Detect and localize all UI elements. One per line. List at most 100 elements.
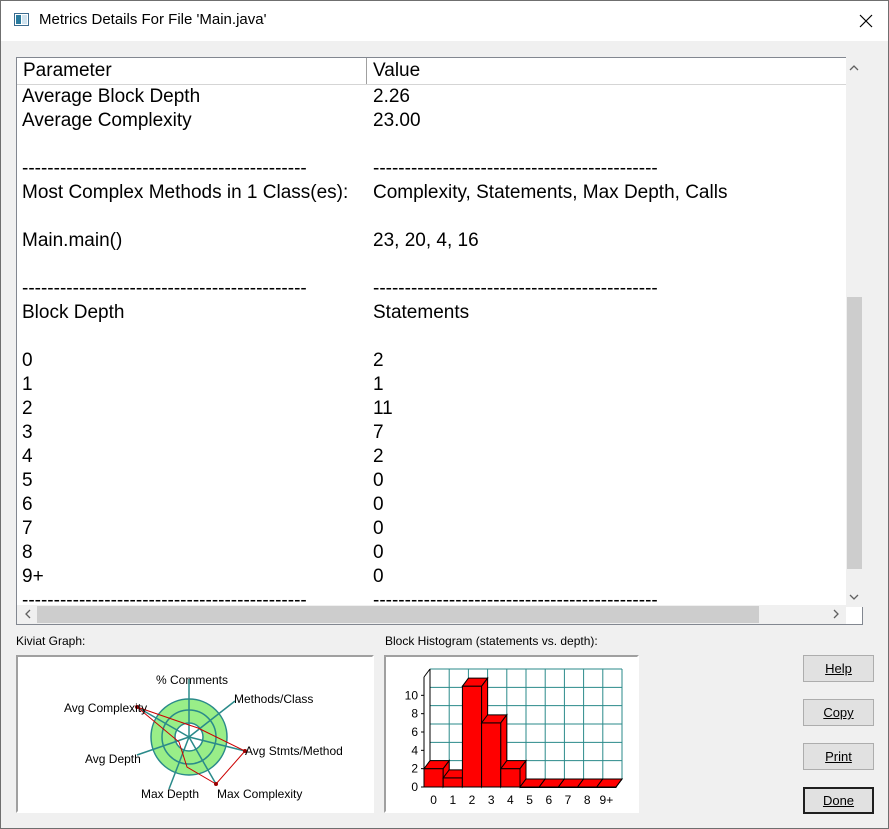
cell-value: 23.00: [373, 110, 421, 131]
table-row[interactable]: ----------------------------------------…: [17, 589, 860, 603]
kiviat-axis-avg-stmts-method: Avg Stmts/Method: [245, 744, 343, 758]
table-row[interactable]: 50: [17, 469, 860, 493]
table-row[interactable]: 37: [17, 421, 860, 445]
x-tick-label: 9+: [600, 793, 614, 807]
column-header-value[interactable]: Value: [367, 58, 860, 84]
cell-parameter: ----------------------------------------…: [22, 158, 307, 179]
close-button[interactable]: [843, 1, 889, 41]
column-header-parameter[interactable]: Parameter: [17, 58, 367, 84]
cell-value: 0: [373, 518, 384, 539]
cell-value: ----------------------------------------…: [373, 590, 658, 603]
y-tick-label: 10: [405, 688, 419, 702]
vertical-scroll-thumb[interactable]: [847, 297, 862, 569]
cell-parameter: 6: [22, 494, 33, 515]
table-row[interactable]: ----------------------------------------…: [17, 277, 860, 301]
kiviat-axis-avg-depth: Avg Depth: [85, 752, 141, 766]
axis-depth-edge: [423, 668, 431, 678]
title-bar: Metrics Details For File 'Main.java': [1, 1, 888, 41]
table-row[interactable]: 42: [17, 445, 860, 469]
window-title: Metrics Details For File 'Main.java': [39, 11, 267, 28]
kiviat-axis-max-complexity: Max Complexity: [217, 787, 302, 801]
cell-value: 0: [373, 494, 384, 515]
x-tick-label: 5: [526, 793, 533, 807]
table-row[interactable]: Average Block Depth 2.26: [17, 85, 860, 109]
table-row[interactable]: ----------------------------------------…: [17, 157, 860, 181]
table-row[interactable]: Most Complex Methods in 1 Class(es): Comp…: [17, 181, 860, 205]
horizontal-scrollbar[interactable]: [17, 605, 846, 624]
metrics-table[interactable]: Parameter Value Average Block Depth 2.26 A…: [16, 57, 863, 625]
x-tick-label: 4: [507, 793, 514, 807]
y-tick-label: 0: [411, 780, 418, 794]
cell-parameter: 7: [22, 518, 33, 539]
table-row[interactable]: 02: [17, 349, 860, 373]
cell-value: ----------------------------------------…: [373, 278, 658, 299]
done-button-label: Done: [822, 793, 855, 808]
x-tick-label: 3: [488, 793, 495, 807]
scroll-left-icon[interactable]: [20, 607, 34, 621]
app-icon: [14, 13, 29, 26]
cell-value: 0: [373, 542, 384, 563]
metrics-dialog: Metrics Details For File 'Main.java' Par…: [0, 0, 889, 829]
table-body: Average Block Depth 2.26 Average Complexit…: [17, 85, 860, 603]
y-tick-label: 8: [411, 707, 418, 721]
table-row[interactable]: 80: [17, 541, 860, 565]
table-row[interactable]: 70: [17, 517, 860, 541]
cell-value: 0: [373, 566, 384, 587]
table-row[interactable]: 60: [17, 493, 860, 517]
cell-parameter: Block Depth: [22, 302, 125, 323]
y-tick-label: 6: [411, 725, 418, 739]
kiviat-axis-methods-class: Methods/Class: [234, 692, 313, 706]
x-tick-label: 7: [565, 793, 572, 807]
horizontal-scroll-thumb[interactable]: [37, 606, 759, 623]
scroll-up-icon[interactable]: [847, 60, 861, 74]
cell-parameter: Average Complexity: [22, 110, 192, 131]
x-tick-label: 0: [430, 793, 437, 807]
cell-value: Complexity, Statements, Max Depth, Calls: [373, 182, 728, 203]
cell-value: 0: [373, 470, 384, 491]
table-row[interactable]: [17, 205, 860, 229]
table-row[interactable]: 11: [17, 373, 860, 397]
help-button-label: Help: [825, 661, 852, 676]
cell-value: Statements: [373, 302, 470, 323]
table-row[interactable]: Block Depth Statements: [17, 301, 860, 325]
cell-value: 2.26: [373, 86, 410, 107]
print-button[interactable]: Print: [803, 743, 874, 770]
cell-parameter: Most Complex Methods in 1 Class(es):: [22, 182, 349, 203]
histogram-label: Block Histogram (statements vs. depth):: [385, 634, 598, 648]
kiviat-axis-max-depth: Max Depth: [141, 787, 199, 801]
cell-parameter: Main.main(): [22, 230, 123, 251]
kiviat-axis-avg-complexity: Avg Complexity: [64, 701, 147, 715]
copy-button[interactable]: Copy: [803, 699, 874, 726]
cell-parameter: 8: [22, 542, 33, 563]
done-button[interactable]: Done: [803, 787, 874, 814]
table-row[interactable]: Main.main() 23, 20, 4, 16: [17, 229, 860, 253]
scroll-right-icon[interactable]: [829, 607, 843, 621]
cell-value: 1: [373, 374, 384, 395]
scroll-down-icon[interactable]: [847, 590, 861, 604]
x-tick-label: 8: [584, 793, 591, 807]
cell-parameter: 5: [22, 470, 33, 491]
x-tick-label: 6: [545, 793, 552, 807]
cell-value: 23, 20, 4, 16: [373, 230, 479, 251]
histogram-bar: [499, 759, 527, 789]
kiviat-axis-comments: % Comments: [156, 673, 228, 687]
table-row[interactable]: 9+ 0: [17, 565, 860, 589]
table-row[interactable]: [17, 325, 860, 349]
table-row[interactable]: 2 11: [17, 397, 860, 421]
table-row[interactable]: Average Complexity 23.00: [17, 109, 860, 133]
histogram-chart: 02468100 1 2 3 4 5 6 7 8 9+: [405, 668, 623, 807]
table-row[interactable]: [17, 133, 860, 157]
cell-parameter: ----------------------------------------…: [22, 278, 307, 299]
table-row[interactable]: [17, 253, 860, 277]
block-histogram: 0 2 4 6 8 10 0 1 2 3 4 5 6 7 8 9+: [384, 655, 639, 813]
cell-parameter: 9+: [22, 566, 44, 587]
x-tick-label: 2: [469, 793, 476, 807]
close-icon: [859, 14, 873, 28]
cell-parameter: ----------------------------------------…: [22, 590, 307, 603]
cell-parameter: 0: [22, 350, 33, 371]
cell-parameter: 2: [22, 398, 33, 419]
help-button[interactable]: Help: [803, 655, 874, 682]
vertical-scrollbar[interactable]: [846, 57, 863, 607]
cell-value: 11: [373, 398, 393, 419]
kiviat-graph: % Comments Methods/Class Avg Stmts/Metho…: [16, 655, 374, 813]
